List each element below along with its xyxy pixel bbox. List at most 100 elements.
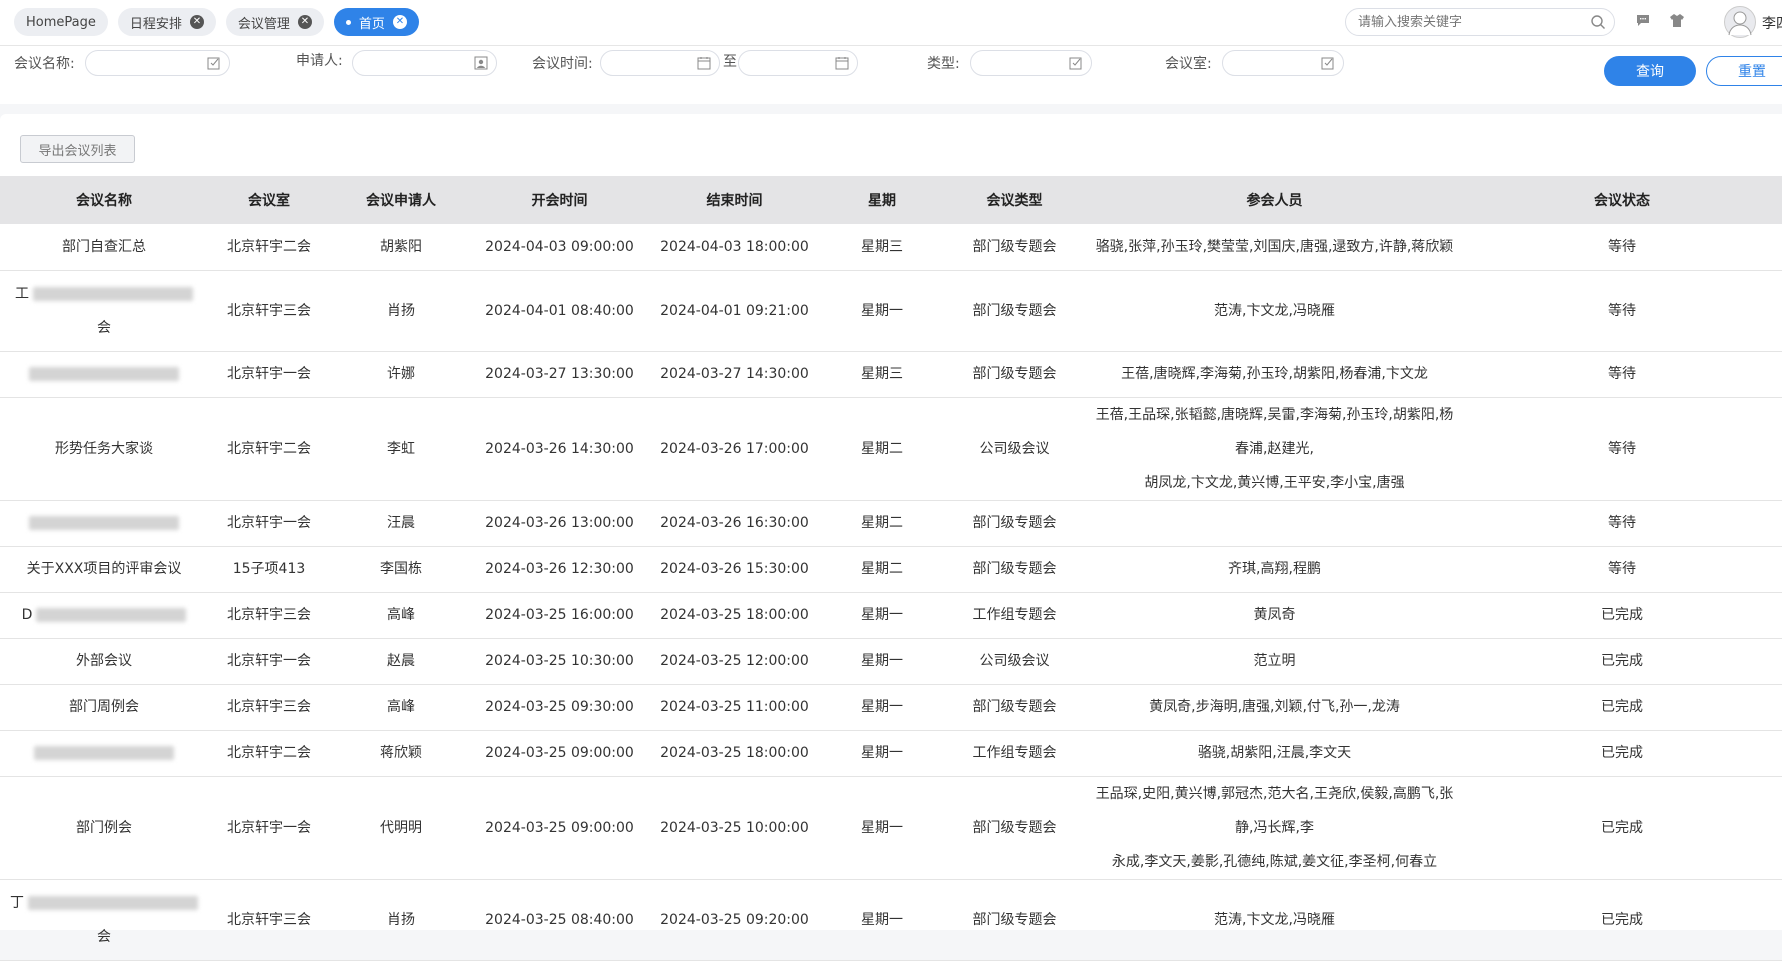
cell-start: 2024-03-25 09:00:00: [472, 776, 647, 880]
end-date-field[interactable]: [738, 50, 858, 76]
cell-start: 2024-03-26 12:30:00: [472, 546, 647, 593]
cell-meeting-name: D: [0, 592, 208, 639]
tab-bar: HomePage 日程安排 ✕ 会议管理 ✕ 首页 ✕: [14, 8, 419, 36]
cell-weekday: 星期二: [822, 397, 942, 501]
header-applicant[interactable]: 会议申请人: [330, 176, 472, 224]
meeting-name-field[interactable]: [85, 50, 230, 76]
cell-weekday: 星期二: [822, 546, 942, 593]
cell-attendees: 范涛,卞文龙,冯晓雁: [1087, 879, 1462, 961]
table-row[interactable]: 工 会 北京轩宇三会 肖扬 2024-04-01 08:40:00 2024-0…: [0, 270, 1782, 352]
cell-status: 等待: [1462, 270, 1782, 352]
tab-meeting-management[interactable]: 会议管理 ✕: [225, 8, 324, 36]
cell-room: 15子项413: [208, 546, 330, 593]
start-date-field[interactable]: [600, 50, 720, 76]
cell-applicant: 肖扬: [330, 879, 472, 961]
cell-status: 已完成: [1462, 776, 1782, 880]
search-input[interactable]: [1358, 9, 1588, 35]
close-icon[interactable]: ✕: [392, 15, 407, 29]
redacted-text: [34, 746, 174, 760]
search-icon[interactable]: [1590, 14, 1606, 30]
cell-type: 公司级会议: [942, 638, 1087, 685]
attendees-line: 王蓓,王品琛,张韬懿,唐晓辉,吴雷,李海菊,孙玉玲,胡紫阳,杨春浦,赵建光,: [1095, 406, 1454, 457]
redacted-text: [28, 895, 198, 910]
calendar-icon: [835, 57, 849, 70]
cell-status: 等待: [1462, 546, 1782, 593]
user-name[interactable]: 李四: [1762, 13, 1782, 33]
cell-end: 2024-04-03 18:00:00: [647, 224, 822, 271]
table-row[interactable]: D 北京轩宇三会 高峰 2024-03-25 16:00:00 2024-03-…: [0, 592, 1782, 639]
cell-start: 2024-03-25 09:00:00: [472, 730, 647, 777]
cell-attendees: 王蓓,唐晓辉,李海菊,孙玉玲,胡紫阳,杨春浦,卞文龙: [1087, 351, 1462, 398]
header-start-time[interactable]: 开会时间: [472, 176, 647, 224]
cell-weekday: 星期一: [822, 592, 942, 639]
tab-schedule[interactable]: 日程安排 ✕: [117, 8, 216, 36]
tab-home[interactable]: 首页 ✕: [333, 8, 419, 36]
cell-room: 北京轩宇一会: [208, 351, 330, 398]
search-box: [1345, 8, 1615, 36]
applicant-field[interactable]: [352, 50, 497, 76]
name-visible-part: 工: [15, 285, 29, 302]
tab-homepage[interactable]: HomePage: [14, 8, 108, 36]
contact-icon: [474, 56, 488, 70]
cell-applicant: 李虹: [330, 397, 472, 501]
close-icon[interactable]: ✕: [297, 15, 312, 29]
close-icon[interactable]: ✕: [189, 15, 204, 29]
cell-status: 已完成: [1462, 638, 1782, 685]
table-row[interactable]: 部门自查汇总 北京轩宇二会 胡紫阳 2024-04-03 09:00:00 20…: [0, 224, 1782, 271]
cell-applicant: 胡紫阳: [330, 224, 472, 271]
table-row[interactable]: 北京轩宇一会 许娜 2024-03-27 13:30:00 2024-03-27…: [0, 351, 1782, 398]
cell-start: 2024-04-03 09:00:00: [472, 224, 647, 271]
header-meeting-name[interactable]: 会议名称: [0, 176, 208, 224]
cell-type: 部门级专题会: [942, 546, 1087, 593]
cell-type: 公司级会议: [942, 397, 1087, 501]
meeting-table: 会议名称 会议室 会议申请人 开会时间 结束时间 星期 会议类型 参会人员 会议…: [0, 176, 1782, 961]
cell-weekday: 星期一: [822, 776, 942, 880]
type-select[interactable]: [970, 50, 1092, 76]
cell-status: 已完成: [1462, 879, 1782, 961]
skin-icon[interactable]: [1669, 12, 1685, 28]
cell-meeting-name: 关于XXX项目的评审会议: [0, 546, 208, 593]
cell-room: 北京轩宇二会: [208, 224, 330, 271]
cell-type: 部门级专题会: [942, 684, 1087, 731]
room-select[interactable]: [1222, 50, 1344, 76]
cell-room: 北京轩宇三会: [208, 684, 330, 731]
cell-end: 2024-03-25 18:00:00: [647, 592, 822, 639]
cell-applicant: 高峰: [330, 684, 472, 731]
cell-end: 2024-03-25 12:00:00: [647, 638, 822, 685]
header-room[interactable]: 会议室: [208, 176, 330, 224]
table-row[interactable]: 丁 会 北京轩宇三会 肖扬 2024-03-25 08:40:00 2024-0…: [0, 879, 1782, 961]
header-end-time[interactable]: 结束时间: [647, 176, 822, 224]
cell-end: 2024-03-25 09:20:00: [647, 879, 822, 961]
cell-weekday: 星期一: [822, 270, 942, 352]
header-weekday[interactable]: 星期: [822, 176, 942, 224]
export-button[interactable]: 导出会议列表: [20, 135, 135, 163]
cell-attendees: 黄凤奇: [1087, 592, 1462, 639]
header-status[interactable]: 会议状态: [1462, 176, 1782, 224]
table-row[interactable]: 关于XXX项目的评审会议 15子项413 李国栋 2024-03-26 12:3…: [0, 546, 1782, 593]
query-button[interactable]: 查询: [1604, 56, 1696, 86]
cell-status: 等待: [1462, 224, 1782, 271]
table-row[interactable]: 部门周例会 北京轩宇三会 高峰 2024-03-25 09:30:00 2024…: [0, 684, 1782, 731]
message-icon[interactable]: [1635, 12, 1651, 28]
calendar-icon: [697, 57, 711, 70]
cell-room: 北京轩宇一会: [208, 500, 330, 547]
cell-weekday: 星期一: [822, 730, 942, 777]
table-row[interactable]: 北京轩宇二会 蒋欣颖 2024-03-25 09:00:00 2024-03-2…: [0, 730, 1782, 777]
header-attendees[interactable]: 参会人员: [1087, 176, 1462, 224]
cell-attendees: 王品琛,史阳,黄兴博,郭冠杰,范大名,王尧欣,侯毅,高鹏飞,张静,冯长辉,李 永…: [1087, 776, 1462, 880]
cell-applicant: 李国栋: [330, 546, 472, 593]
cell-meeting-name: [0, 730, 208, 777]
header-type[interactable]: 会议类型: [942, 176, 1087, 224]
table-row[interactable]: 部门例会 北京轩宇一会 代明明 2024-03-25 09:00:00 2024…: [0, 776, 1782, 880]
table-row[interactable]: 北京轩宇一会 汪晨 2024-03-26 13:00:00 2024-03-26…: [0, 500, 1782, 547]
avatar[interactable]: [1724, 6, 1756, 38]
meeting-time-label: 会议时间:: [532, 56, 593, 72]
cell-end: 2024-03-26 16:30:00: [647, 500, 822, 547]
cell-weekday: 星期一: [822, 879, 942, 961]
active-dot-icon: [345, 19, 351, 25]
table-row[interactable]: 外部会议 北京轩宇一会 赵晨 2024-03-25 10:30:00 2024-…: [0, 638, 1782, 685]
table-row[interactable]: 形势任务大家谈 北京轩宇二会 李虹 2024-03-26 14:30:00 20…: [0, 397, 1782, 501]
reset-button[interactable]: 重置: [1706, 56, 1782, 86]
cell-room: 北京轩宇三会: [208, 592, 330, 639]
cell-attendees: 骆骁,胡紫阳,汪晨,李文天: [1087, 730, 1462, 777]
